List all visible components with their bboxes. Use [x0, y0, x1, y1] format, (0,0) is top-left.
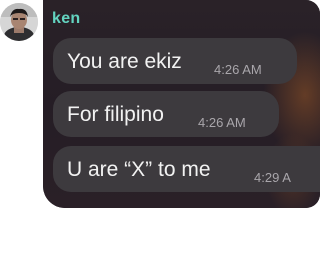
- chat-message-group: ken You are ekiz 4:26 AM For filipino 4:…: [0, 0, 320, 255]
- message-card: ken You are ekiz 4:26 AM For filipino 4:…: [43, 0, 320, 208]
- message-bubble[interactable]: U are “X” to me 4:29 A: [53, 146, 320, 192]
- message-text: U are “X” to me: [67, 158, 211, 181]
- message-text: You are ekiz: [67, 50, 182, 73]
- avatar[interactable]: [0, 3, 38, 41]
- message-bubble[interactable]: For filipino 4:26 AM: [53, 91, 279, 137]
- sender-name[interactable]: ken: [52, 10, 80, 28]
- message-timestamp: 4:26 AM: [214, 62, 262, 77]
- message-bubble[interactable]: You are ekiz 4:26 AM: [53, 38, 297, 84]
- message-text: For filipino: [67, 103, 164, 126]
- message-timestamp: 4:29 A: [254, 170, 291, 185]
- message-timestamp: 4:26 AM: [198, 115, 246, 130]
- avatar-photo-icon: [0, 3, 38, 41]
